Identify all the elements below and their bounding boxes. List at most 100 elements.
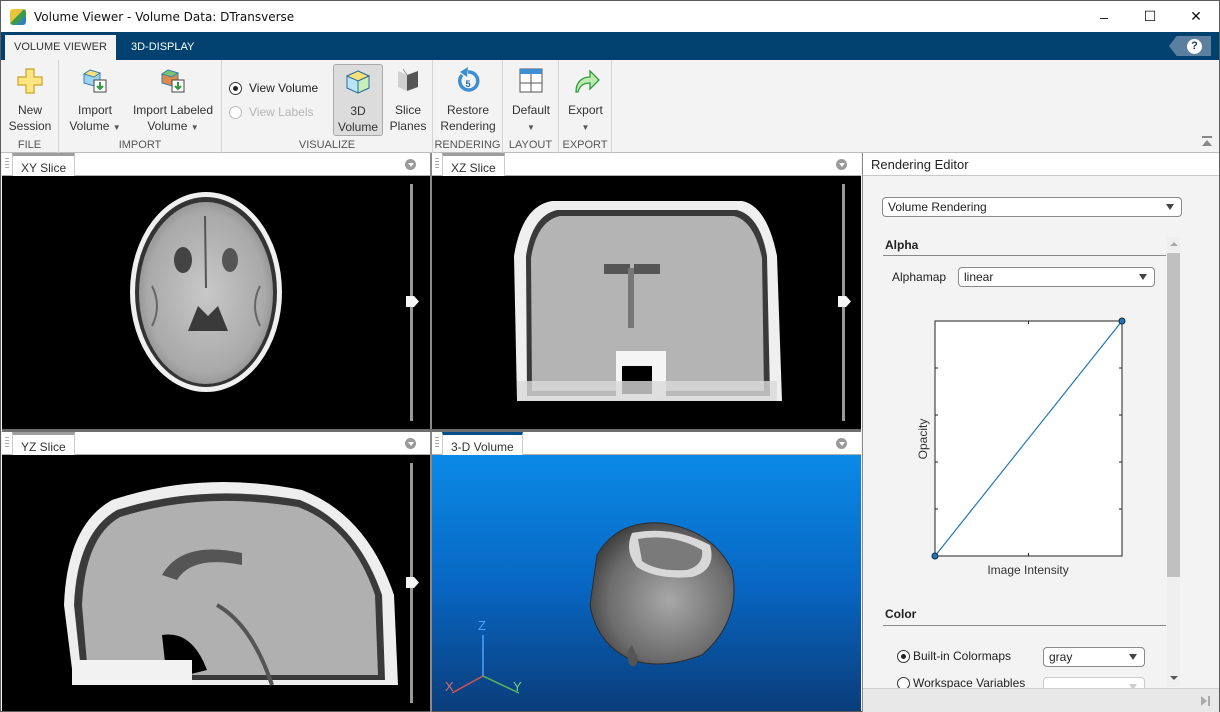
import-labeled-volume-icon	[158, 66, 188, 96]
panel-splitter-vertical[interactable]	[430, 153, 432, 712]
scrollbar-thumb[interactable]	[1167, 253, 1180, 577]
skip-to-end-icon[interactable]	[1201, 696, 1211, 706]
xz-slice-view[interactable]	[432, 176, 861, 429]
restore-rendering-button[interactable]: 5 Restore Rendering	[438, 64, 498, 134]
import-labeled-label-2: Volume	[147, 119, 188, 133]
x-axis-label: X	[445, 679, 454, 694]
3d-volume-button[interactable]: 3D Volume	[333, 64, 383, 136]
minimize-icon: –	[1100, 8, 1108, 25]
export-arrow-icon	[571, 66, 601, 96]
cube-icon	[343, 67, 373, 97]
ribbon-group-visualize: View Volume View Labels 3D Volume Slice …	[222, 60, 433, 153]
dropdown-caret-icon: ▼	[527, 123, 535, 132]
dropdown-arrow-icon	[1166, 204, 1174, 210]
import-volume-label-2: Volume	[69, 119, 110, 133]
drag-grip-icon[interactable]	[435, 437, 439, 449]
color-section-title: Color	[885, 607, 917, 621]
view-volume-radio[interactable]: View Volume	[229, 81, 318, 95]
dropdown-caret-icon: ▼	[112, 123, 121, 132]
3d-volume-panel: 3-D Volume Z X Y	[432, 432, 861, 711]
alphamap-control-point[interactable]	[931, 552, 939, 560]
import-volume-label-1: Import	[77, 103, 112, 117]
editor-status-bar	[863, 688, 1219, 712]
xy-slice-panel: XY Slice	[2, 153, 430, 429]
dropdown-arrow-icon	[1139, 274, 1147, 280]
rendering-type-value: Volume Rendering	[888, 200, 987, 214]
svg-text:5: 5	[465, 79, 470, 89]
alphamap-chart[interactable]: Image Intensity Opacity	[903, 313, 1133, 583]
title-bar: Volume Viewer - Volume Data: DTransverse…	[1, 1, 1219, 32]
slice-planes-icon	[393, 66, 423, 96]
panel-tab-xz-slice[interactable]: XZ Slice	[442, 153, 505, 176]
scroll-up-icon[interactable]	[1170, 242, 1178, 246]
ribbon-group-label: FILE	[17, 139, 42, 151]
ribbon-group-import: Import Volume ▼ Import Labeled Volume ▼ …	[59, 60, 222, 153]
drag-grip-icon[interactable]	[5, 437, 9, 449]
alphamap-control-point[interactable]	[1118, 317, 1126, 325]
3d-volume-view[interactable]: Z X Y	[432, 455, 861, 711]
help-button[interactable]: ?	[1169, 36, 1211, 56]
tab-volume-viewer[interactable]: VOLUME VIEWER	[5, 35, 116, 60]
tab-3d-display[interactable]: 3D-DISPLAY	[122, 35, 203, 60]
ribbon-group-layout: Default ▼ LAYOUT	[503, 60, 559, 153]
import-labeled-volume-button[interactable]: Import Labeled Volume ▼	[129, 64, 217, 136]
help-icon: ?	[1187, 38, 1202, 54]
app-icon	[10, 8, 26, 25]
panel-splitter-horizontal[interactable]	[2, 429, 861, 432]
panel-menu-icon[interactable]	[836, 159, 847, 170]
colormap-dropdown[interactable]: gray	[1043, 647, 1145, 667]
close-button[interactable]: ✕	[1173, 1, 1219, 32]
view-volume-label: View Volume	[249, 81, 319, 95]
ribbon-group-label: VISUALIZE	[298, 139, 356, 151]
ribbon-group-label: EXPORT	[562, 139, 608, 151]
alphamap-label: Alphamap	[892, 270, 947, 284]
y-axis-label: Opacity	[916, 419, 930, 460]
volume-viewer-window: Volume Viewer - Volume Data: DTransverse…	[0, 0, 1220, 712]
new-session-button[interactable]: New Session	[6, 64, 54, 134]
restore-rendering-label-2: Rendering	[440, 119, 496, 133]
panel-tab-3d-volume[interactable]: 3-D Volume	[442, 432, 523, 455]
3d-volume-label-1: 3D	[350, 104, 366, 118]
import-volume-button[interactable]: Import Volume ▼	[65, 64, 125, 136]
alphamap-dropdown[interactable]: linear	[958, 267, 1155, 287]
slice-planes-label-2: Planes	[389, 119, 427, 133]
alpha-section-divider	[883, 255, 1166, 256]
dropdown-caret-icon: ▼	[190, 123, 199, 132]
view-labels-label: View Labels	[249, 105, 314, 119]
panel-tab-yz-slice[interactable]: YZ Slice	[12, 432, 75, 455]
panel-menu-icon[interactable]	[405, 159, 416, 170]
editor-scrollbar[interactable]	[1167, 237, 1180, 687]
layout-default-button[interactable]: Default ▼	[508, 64, 554, 136]
radio-disabled-icon	[229, 105, 242, 119]
xz-slice-panel: XZ Slice	[432, 153, 861, 429]
yz-slice-panel: YZ Slice	[2, 432, 430, 711]
layout-default-label: Default	[511, 103, 551, 117]
toolstrip-tabbar: VOLUME VIEWER 3D-DISPLAY ?	[1, 32, 1219, 60]
import-labeled-label-1: Import Labeled	[132, 103, 214, 117]
scroll-down-icon[interactable]	[1170, 676, 1178, 680]
drag-grip-icon[interactable]	[435, 158, 439, 170]
z-axis-label: Z	[478, 618, 486, 633]
color-section-divider	[883, 625, 1166, 626]
new-session-label-2: Session	[8, 119, 52, 133]
restore-rendering-label-1: Restore	[446, 103, 490, 117]
xy-slice-image	[130, 192, 282, 392]
xy-slice-view[interactable]	[2, 176, 430, 429]
slice-planes-button[interactable]: Slice Planes	[387, 64, 429, 134]
workspace-variables-radio[interactable]: Workspace Variables	[897, 676, 1025, 690]
minimize-button[interactable]: –	[1081, 1, 1127, 32]
panel-menu-icon[interactable]	[405, 438, 416, 449]
collapse-ribbon-icon[interactable]	[1201, 136, 1213, 146]
rendering-type-dropdown[interactable]: Volume Rendering	[882, 197, 1182, 217]
dropdown-arrow-icon	[1129, 654, 1137, 660]
close-icon: ✕	[1190, 8, 1202, 24]
panel-menu-icon[interactable]	[836, 438, 847, 449]
import-volume-icon	[80, 66, 110, 96]
panel-tab-xy-slice[interactable]: XY Slice	[12, 153, 76, 176]
export-button[interactable]: Export ▼	[563, 64, 608, 136]
drag-grip-icon[interactable]	[5, 158, 9, 170]
maximize-button[interactable]: ☐	[1127, 1, 1173, 32]
builtin-colormaps-radio[interactable]: Built-in Colormaps	[897, 649, 1011, 663]
plus-icon	[15, 66, 45, 96]
yz-slice-view[interactable]	[2, 455, 430, 711]
